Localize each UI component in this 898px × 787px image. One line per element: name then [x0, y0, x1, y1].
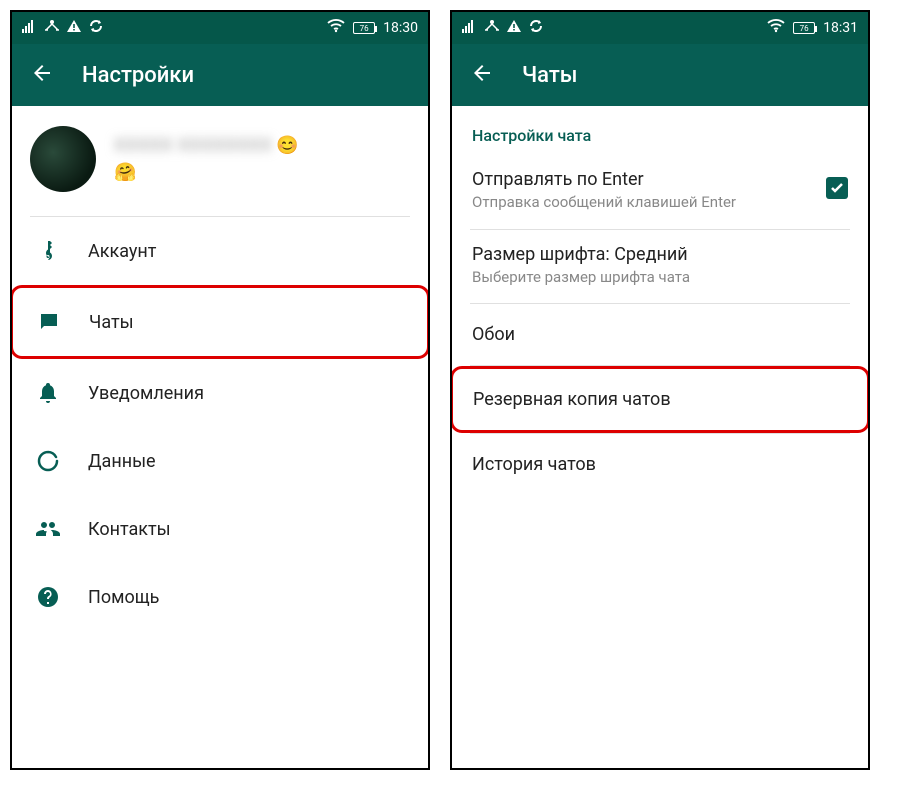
sync-icon	[88, 18, 104, 38]
checkbox-checked[interactable]	[826, 177, 848, 199]
phone-settings: 76 18:30 Настройки XXXXX XXXXXXXX 😊 🤗 Ак…	[10, 10, 430, 770]
setting-title: Размер шрифта: Средний	[472, 244, 848, 265]
setting-history[interactable]: История чатов	[452, 434, 868, 495]
status-bar: 76 18:31	[452, 12, 868, 44]
menu-help[interactable]: Помощь	[12, 563, 428, 631]
profile-row[interactable]: XXXXX XXXXXXXX 😊 🤗	[12, 106, 428, 216]
menu-label: Аккаунт	[88, 241, 156, 262]
contacts-icon	[36, 517, 60, 541]
help-icon	[36, 585, 60, 609]
highlight-backup: Резервная копия чатов	[450, 366, 870, 433]
setting-enter-send[interactable]: Отправлять по Enter Отправка сообщений к…	[452, 155, 868, 229]
setting-backup[interactable]: Резервная копия чатов	[453, 369, 867, 430]
status-bar: 76 18:30	[12, 12, 428, 44]
profile-name: XXXXX XXXXXXXX	[114, 135, 272, 156]
setting-subtitle: Отправка сообщений клавишей Enter	[472, 193, 814, 213]
battery-icon: 76	[353, 22, 375, 34]
back-icon[interactable]	[30, 61, 54, 89]
menu-label: Данные	[88, 451, 156, 472]
menu-data[interactable]: Данные	[12, 427, 428, 495]
menu-notifications[interactable]: Уведомления	[12, 359, 428, 427]
menu-chats[interactable]: Чаты	[13, 288, 427, 356]
emoji-smile: 😊	[276, 135, 298, 156]
balance-icon	[44, 19, 60, 37]
data-usage-icon	[36, 449, 60, 473]
page-title: Чаты	[522, 63, 578, 88]
menu-account[interactable]: Аккаунт	[12, 217, 428, 285]
warning-icon	[506, 19, 522, 37]
menu-label: Уведомления	[88, 383, 204, 404]
menu-label: Чаты	[89, 312, 134, 333]
setting-font-size[interactable]: Размер шрифта: Средний Выберите размер ш…	[452, 230, 868, 304]
page-title: Настройки	[82, 63, 194, 88]
sync-icon	[528, 18, 544, 38]
avatar	[30, 126, 96, 192]
phone-chats: 76 18:31 Чаты Настройки чата Отправлять …	[450, 10, 870, 770]
back-icon[interactable]	[470, 61, 494, 89]
chat-icon	[37, 310, 61, 334]
section-header: Настройки чата	[452, 106, 868, 155]
signal-icon	[462, 19, 478, 37]
wifi-icon	[327, 19, 345, 37]
balance-icon	[484, 19, 500, 37]
setting-title: Отправлять по Enter	[472, 169, 814, 190]
setting-subtitle: Выберите размер шрифта чата	[472, 268, 848, 288]
menu-label: Контакты	[88, 519, 171, 540]
wifi-icon	[767, 19, 785, 37]
highlight-chats: Чаты	[10, 285, 430, 359]
status-time: 18:31	[823, 20, 858, 36]
status-time: 18:30	[383, 20, 418, 36]
setting-wallpaper[interactable]: Обои	[452, 304, 868, 365]
bell-icon	[36, 381, 60, 405]
warning-icon	[66, 19, 82, 37]
signal-icon	[22, 19, 38, 37]
emoji-hug: 🤗	[114, 162, 299, 183]
battery-icon: 76	[793, 22, 815, 34]
key-icon	[36, 239, 60, 263]
app-bar: Чаты	[452, 44, 868, 106]
menu-label: Помощь	[88, 587, 159, 608]
menu-contacts[interactable]: Контакты	[12, 495, 428, 563]
app-bar: Настройки	[12, 44, 428, 106]
